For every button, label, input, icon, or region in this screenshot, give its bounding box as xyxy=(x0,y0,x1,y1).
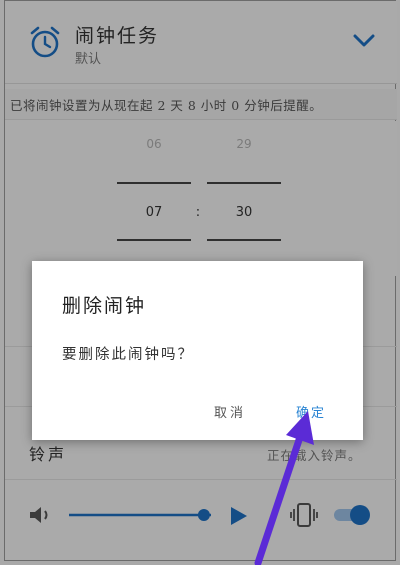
dialog-message: 要删除此闹钟吗？ xyxy=(62,347,194,363)
dialog-title: 删除闹钟 xyxy=(62,295,147,317)
pointer-arrow-icon xyxy=(254,411,314,565)
